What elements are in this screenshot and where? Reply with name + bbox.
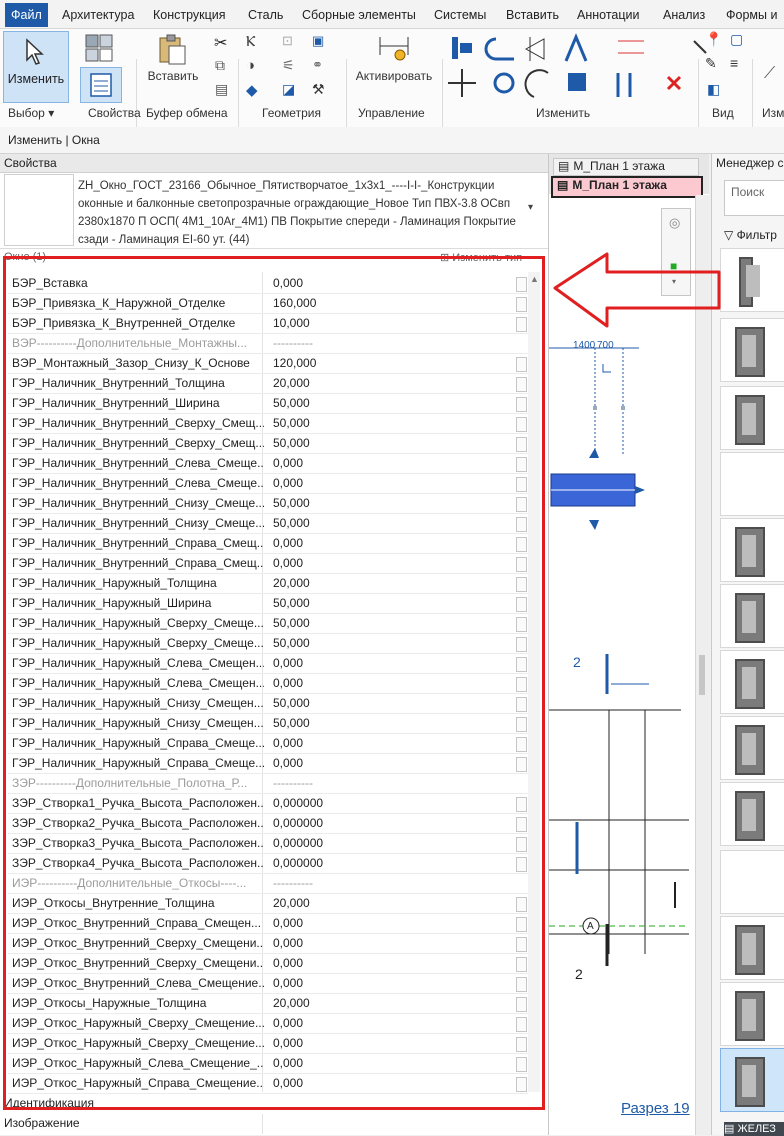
ribbon-tab-bar: Файл Архитектура Конструкция Сталь Сборн… xyxy=(0,0,784,28)
tab-annotate[interactable]: Аннотации xyxy=(577,4,639,26)
section-link[interactable]: Разрез 19 xyxy=(621,1100,690,1117)
manager-title: Менеджер с xyxy=(716,156,784,170)
family-thumbnail[interactable] xyxy=(720,916,784,980)
family-thumbnail[interactable] xyxy=(720,248,784,312)
tab-massing[interactable]: Формы и xyxy=(726,4,777,26)
dimension-1400: 1400 xyxy=(573,340,596,351)
tab-steel[interactable]: Сталь xyxy=(248,4,283,26)
manager-search[interactable]: Поиск xyxy=(724,180,784,216)
match-properties-icon[interactable]: ▤ xyxy=(215,81,228,98)
view-tab-1[interactable]: ▤ М_План 1 этажа xyxy=(553,158,699,176)
cut-icon[interactable]: ✂ xyxy=(214,33,227,53)
family-thumbnail[interactable] xyxy=(720,716,784,780)
copy-icon[interactable]: ⧉ xyxy=(215,57,225,74)
panel-clipboard-label: Буфер обмена xyxy=(146,106,228,120)
cope-icon[interactable]: Ⲕ xyxy=(246,33,255,50)
wall-joins-icon[interactable]: ⊡ xyxy=(282,33,293,49)
measure-icon[interactable]: ⟋ xyxy=(764,65,775,83)
family-thumbnail[interactable] xyxy=(720,584,784,648)
tab-analyze[interactable]: Анализ xyxy=(663,4,705,26)
hammer-icon[interactable]: ⚒ xyxy=(312,81,325,98)
properties-title: Свойства xyxy=(4,156,57,170)
properties-icon xyxy=(90,73,112,97)
section-mark-bottom: 2 xyxy=(575,966,583,982)
join-roof-icon[interactable]: ⚭ xyxy=(312,57,323,73)
context-bar: Изменить | Окна xyxy=(0,127,784,154)
filter-chevron-icon: ▽ xyxy=(724,228,737,242)
properties-toggle[interactable] xyxy=(80,67,122,103)
properties-header: Свойства xyxy=(0,154,548,173)
steering-wheel-icon[interactable]: ◎ xyxy=(669,215,680,231)
activate-label[interactable]: Активировать xyxy=(346,69,442,83)
split-face-icon[interactable]: ◪ xyxy=(282,81,295,98)
tab-precast[interactable]: Сборные элементы xyxy=(302,4,416,26)
tab-file[interactable]: Файл xyxy=(5,3,48,27)
paint-icon[interactable]: ⚟ xyxy=(282,57,295,74)
type-properties-icon[interactable] xyxy=(82,33,118,63)
plan-drawing xyxy=(549,347,689,966)
hide-icon[interactable]: ▢ xyxy=(730,31,743,48)
filter-dropdown[interactable]: ▽ Фильтр xyxy=(724,228,784,244)
family-thumbnail[interactable] xyxy=(720,318,784,382)
image-row-label: Изображение xyxy=(4,1116,80,1130)
manager-footer: ▤ ЖЕЛЕЗ xyxy=(724,1122,784,1136)
paste-label[interactable]: Вставить xyxy=(140,69,206,83)
highlight-arrow-icon xyxy=(553,252,721,328)
family-thumbnail[interactable] xyxy=(720,518,784,582)
family-thumbnail[interactable] xyxy=(720,452,784,516)
join-icon[interactable]: ◆ xyxy=(246,81,258,99)
tab-structure[interactable]: Конструкция xyxy=(153,4,226,26)
pin-icon[interactable]: 📍 xyxy=(705,31,722,48)
cut-geometry-icon[interactable]: ◑ xyxy=(246,57,255,74)
view-tab-2[interactable]: ▤ М_План 1 этажа xyxy=(551,176,703,198)
cursor-icon xyxy=(26,38,44,65)
type-dropdown-icon[interactable]: ▾ xyxy=(528,202,533,213)
plan-icon: ▤ xyxy=(557,178,569,192)
highlight-frame xyxy=(3,256,545,1110)
folder-icon: ▤ xyxy=(724,1123,738,1135)
panel-modify-label: Изменить xyxy=(536,106,591,120)
modify-label: Изменить xyxy=(7,72,65,86)
paste-icon[interactable] xyxy=(155,33,189,67)
panel-select-label[interactable]: Выбор ▾ xyxy=(8,106,54,120)
modify-tools-icons[interactable] xyxy=(448,33,708,105)
activate-icon[interactable] xyxy=(376,33,412,67)
family-thumbnail[interactable] xyxy=(720,650,784,714)
family-thumbnail[interactable] xyxy=(720,782,784,846)
override-icon[interactable]: ✎ xyxy=(705,55,717,72)
family-thumbnail-selected[interactable] xyxy=(720,1048,784,1112)
panel-properties-label: Свойства xyxy=(88,106,141,120)
tab-systems[interactable]: Системы xyxy=(434,4,486,26)
panel-geometry-label: Геометрия xyxy=(262,106,321,120)
family-thumbnail[interactable] xyxy=(720,850,784,914)
panel-control-label: Управление xyxy=(358,106,425,120)
context-label: Изменить | Окна xyxy=(8,133,100,147)
section-mark-top: 2 xyxy=(573,654,581,670)
family-thumbnail[interactable] xyxy=(720,386,784,450)
type-selector[interactable]: ZH_Окно_ГОСТ_23166_Обычное_Пятистворчато… xyxy=(78,177,518,249)
family-thumbnail[interactable] xyxy=(720,982,784,1046)
tab-architecture[interactable]: Архитектура xyxy=(62,4,134,26)
tab-insert[interactable]: Вставить xyxy=(506,4,559,26)
grid-axis-a: A xyxy=(587,921,594,932)
linework-icon[interactable]: ≡ xyxy=(730,55,738,71)
plan-icon: ▤ xyxy=(558,159,570,173)
manager-search-placeholder: Поиск xyxy=(731,185,765,199)
demolish-icon[interactable]: ▣ xyxy=(312,33,324,49)
type-preview-image xyxy=(4,174,74,246)
panel-view-label: Вид xyxy=(712,106,734,120)
view-icon[interactable]: ◧ xyxy=(707,81,720,98)
view-scrollbar[interactable] xyxy=(695,195,710,1135)
dimension-700: 700 xyxy=(597,340,614,351)
panel-measure-label: Изм xyxy=(762,106,784,120)
modify-button[interactable]: Изменить xyxy=(3,31,69,103)
